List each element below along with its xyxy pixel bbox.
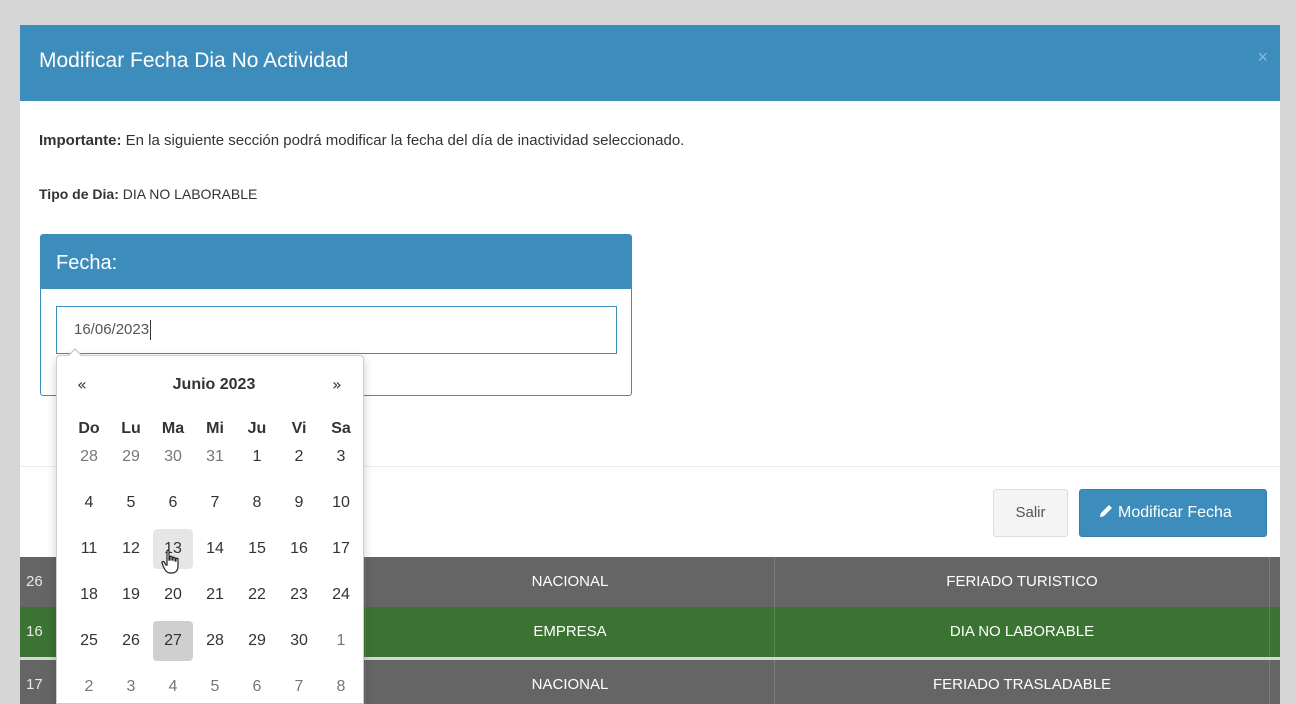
calendar-day[interactable]: 30 — [279, 621, 319, 661]
important-text: En la siguiente sección podrá modificar … — [121, 132, 685, 149]
exit-button[interactable]: Salir — [993, 489, 1068, 537]
day-type-info: Tipo de Dia: DIA NO LABORABLE — [39, 186, 257, 202]
calendar-day[interactable]: 8 — [321, 667, 361, 704]
date-input-value: 16/06/2023 — [74, 321, 150, 338]
table-cell: NACIONAL — [365, 660, 775, 704]
calendar-day[interactable]: 5 — [111, 483, 151, 523]
calendar-day[interactable]: 31 — [195, 437, 235, 477]
hand-pointer-icon — [160, 549, 182, 581]
important-notice: Importante: En la siguiente sección podr… — [39, 132, 684, 149]
modal-title: Modificar Fecha Dia No Actividad — [39, 49, 349, 72]
calendar-day[interactable]: 4 — [153, 667, 193, 704]
calendar-day[interactable]: 6 — [237, 667, 277, 704]
datepicker-popup: « Junio 2023 » Do Lu Ma Mi Ju Vi Sa 28 29 30 31 1 2 3… — [56, 348, 364, 704]
calendar-day[interactable]: 23 — [279, 575, 319, 615]
calendar-day[interactable]: 25 — [69, 621, 109, 661]
calendar-day[interactable]: 9 — [279, 483, 319, 523]
calendar-day[interactable]: 17 — [321, 529, 361, 569]
calendar-day[interactable]: 11 — [69, 529, 109, 569]
calendar-day[interactable]: 4 — [69, 483, 109, 523]
calendar-day[interactable]: 7 — [195, 483, 235, 523]
close-icon[interactable]: × — [1257, 47, 1268, 68]
calendar-day[interactable]: 14 — [195, 529, 235, 569]
pencil-icon — [1098, 490, 1114, 536]
calendar-day[interactable]: 1 — [321, 621, 361, 661]
calendar-day[interactable]: 3 — [321, 437, 361, 477]
calendar-day[interactable]: 19 — [111, 575, 151, 615]
date-input[interactable]: 16/06/2023 — [56, 306, 617, 354]
calendar-day[interactable]: 2 — [279, 437, 319, 477]
calendar-day[interactable]: 21 — [195, 575, 235, 615]
modify-date-label: Modificar Fecha — [1118, 504, 1232, 521]
date-panel-header: Fecha: — [41, 235, 631, 289]
calendar-day[interactable]: 18 — [69, 575, 109, 615]
calendar-day[interactable]: 26 — [111, 621, 151, 661]
calendar-day[interactable]: 12 — [111, 529, 151, 569]
calendar-day[interactable]: 2 — [69, 667, 109, 704]
text-caret — [150, 320, 152, 341]
table-cell: DIA NO LABORABLE — [775, 607, 1270, 657]
calendar-day[interactable]: 3 — [111, 667, 151, 704]
important-label: Importante: — [39, 132, 122, 149]
table-cell: 17 — [26, 676, 43, 693]
table-cell: 26 — [26, 573, 43, 590]
calendar-day[interactable]: 8 — [237, 483, 277, 523]
calendar-day[interactable]: 7 — [279, 667, 319, 704]
modify-date-button[interactable]: Modificar Fecha — [1079, 489, 1267, 537]
modal-header: Modificar Fecha Dia No Actividad × — [20, 25, 1280, 101]
next-month-button[interactable]: » — [332, 375, 342, 394]
calendar-day[interactable]: 28 — [195, 621, 235, 661]
calendar-day[interactable]: 15 — [237, 529, 277, 569]
calendar-day[interactable]: 10 — [321, 483, 361, 523]
table-cell: EMPRESA — [365, 607, 775, 657]
calendar-day[interactable]: 27 — [153, 621, 193, 661]
month-title[interactable]: Junio 2023 — [149, 376, 279, 394]
calendar-day[interactable]: 29 — [237, 621, 277, 661]
calendar-day[interactable]: 28 — [69, 437, 109, 477]
day-type-label: Tipo de Dia: — [39, 186, 119, 202]
calendar-day[interactable]: 5 — [195, 667, 235, 704]
calendar-day[interactable]: 29 — [111, 437, 151, 477]
calendar-day[interactable]: 22 — [237, 575, 277, 615]
table-cell: 16 — [26, 623, 43, 640]
calendar-day[interactable]: 1 — [237, 437, 277, 477]
date-panel-title: Fecha: — [56, 252, 118, 274]
prev-month-button[interactable]: « — [77, 375, 87, 394]
table-cell: FERIADO TRASLADABLE — [775, 660, 1270, 704]
day-type-value: DIA NO LABORABLE — [118, 186, 258, 202]
calendar-day[interactable]: 20 — [153, 575, 193, 615]
calendar-day[interactable]: 30 — [153, 437, 193, 477]
datepicker-arrow-inner — [68, 350, 82, 357]
table-cell: NACIONAL — [365, 557, 775, 607]
calendar-day[interactable]: 6 — [153, 483, 193, 523]
table-cell: FERIADO TURISTICO — [775, 557, 1270, 607]
calendar-day[interactable]: 24 — [321, 575, 361, 615]
calendar-day[interactable]: 16 — [279, 529, 319, 569]
